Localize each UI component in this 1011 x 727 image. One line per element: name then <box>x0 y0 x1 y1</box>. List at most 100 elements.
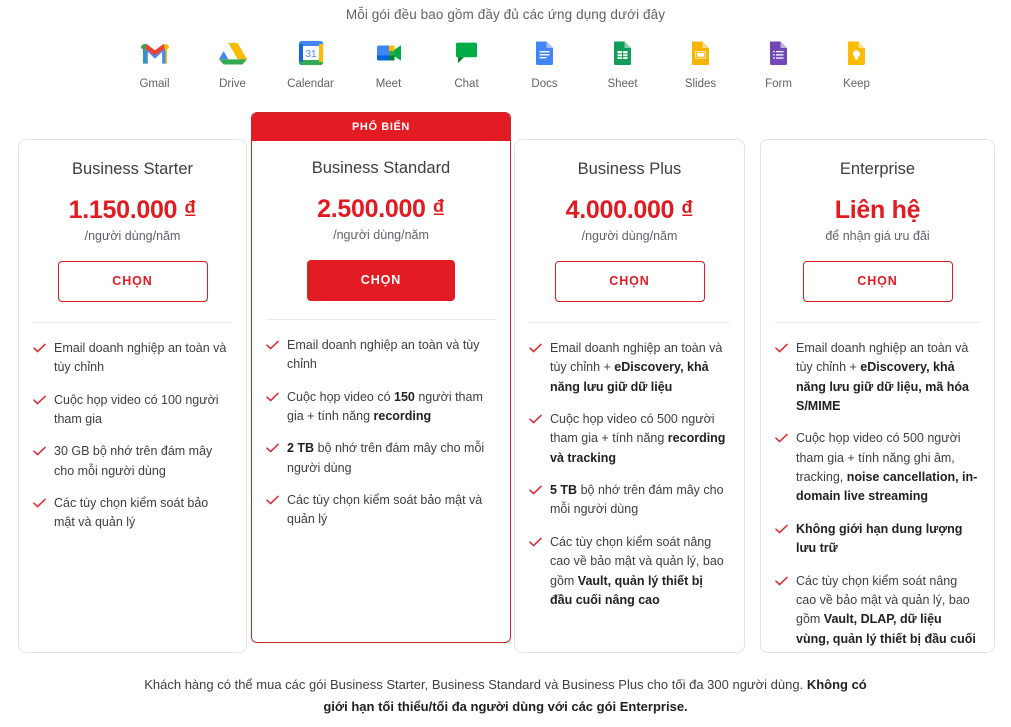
app-label: Calendar <box>287 78 334 90</box>
plan-feature-text: Email doanh nghiệp an toàn và tùy chỉnh … <box>796 340 969 413</box>
plan-feature: Email doanh nghiệp an toàn và tùy chỉnh <box>266 336 494 375</box>
svg-text:31: 31 <box>305 49 317 60</box>
app-item-gmail: Gmail <box>127 38 183 90</box>
check-icon <box>529 537 542 550</box>
app-item-slides: Slides <box>673 38 729 90</box>
pricing-plans: Business Starter 1.150.000 ₫ /người dùng/n… <box>0 112 1011 657</box>
docs-icon <box>517 38 573 68</box>
chat-icon <box>439 38 495 68</box>
plan-period: /người dùng/năm <box>84 228 181 243</box>
plan-card-business-starter: Business Starter 1.150.000 ₫ /người dùng/n… <box>18 139 247 653</box>
check-icon <box>266 392 279 405</box>
choose-plan-button[interactable]: CHỌN <box>57 260 208 302</box>
app-item-chat: Chat <box>439 38 495 90</box>
meet-icon <box>361 38 417 68</box>
plan-feature-text: Các tùy chọn kiểm soát bảo mật và quản l… <box>287 493 483 527</box>
plan-feature-text: 5 TB bộ nhớ trên đám mây cho mỗi người d… <box>550 483 724 517</box>
choose-plan-button[interactable]: CHỌN <box>307 259 455 301</box>
plan-feature: Các tùy chọn kiểm soát nâng cao về bảo m… <box>529 533 728 611</box>
plan-card-enterprise: Enterprise Liên hệ để nhận giá ưu đãi CHỌN E… <box>760 139 995 653</box>
forms-icon <box>751 38 807 68</box>
choose-plan-button[interactable]: CHỌN <box>554 260 705 302</box>
plan-feature-text: Cuộc họp video có 100 người tham gia <box>54 392 219 426</box>
app-label: Drive <box>219 78 246 90</box>
sheets-icon <box>595 38 651 68</box>
check-icon <box>775 343 788 356</box>
app-label: Gmail <box>139 78 170 90</box>
plan-feature-text: 2 TB bộ nhớ trên đám mây cho mỗi người d… <box>287 441 485 475</box>
check-icon <box>33 395 46 408</box>
app-item-drive: Drive <box>205 38 261 90</box>
plan-feature-text: 30 GB bộ nhớ trên đám mây cho mỗi người … <box>54 444 213 478</box>
plan-card-business-standard: PHỔ BIẾN Business Standard 2.500.000 ₫ /ngư… <box>251 112 511 643</box>
included-apps-strip: Gmail Drive 31 Calendar Meet Chat Docs S… <box>0 38 1011 90</box>
plan-card-business-plus: Business Plus 4.000.000 ₫ /người dùng/năm C… <box>514 139 745 653</box>
check-icon <box>529 414 542 427</box>
check-icon <box>775 433 788 446</box>
plan-feature-list: Email doanh nghiệp an toàn và tùy chỉnh C… <box>19 323 246 533</box>
plan-feature: Không giới hạn dung lượng lưu trữ <box>775 520 978 559</box>
app-item-form: Form <box>751 38 807 90</box>
page-subtitle: Mỗi gói đều bao gồm đầy đủ các ứng dụng … <box>345 7 666 22</box>
plan-feature: Cuộc họp video có 500 người tham gia + t… <box>775 429 978 507</box>
keep-icon <box>829 38 885 68</box>
check-icon <box>33 498 46 511</box>
app-item-docs: Docs <box>517 38 573 90</box>
plan-feature-text: Cuộc họp video có 500 người tham gia + t… <box>796 431 978 504</box>
app-label: Keep <box>843 78 870 90</box>
check-icon <box>266 340 279 353</box>
app-item-calendar: 31 Calendar <box>283 38 339 90</box>
plan-feature-text: Email doanh nghiệp an toàn và tùy chỉnh … <box>550 340 723 394</box>
plan-feature: Cuộc họp video có 150 người tham gia + t… <box>266 388 494 427</box>
check-icon <box>529 343 542 356</box>
plan-feature-text: Các tùy chọn kiểm soát bảo mật và quản l… <box>54 496 209 530</box>
plan-feature: 5 TB bộ nhớ trên đám mây cho mỗi người d… <box>529 481 728 520</box>
plan-feature-text: Email doanh nghiệp an toàn và tùy chỉnh <box>54 340 227 375</box>
check-icon <box>33 343 46 356</box>
plan-feature: Email doanh nghiệp an toàn và tùy chỉnh <box>33 339 230 378</box>
popular-ribbon: PHỔ BIẾN <box>252 113 510 141</box>
app-item-keep: Keep <box>829 38 885 90</box>
plan-header: Business Plus 4.000.000 ₫ /người dùng/năm C… <box>515 140 744 302</box>
plan-feature-text: Các tùy chọn kiểm soát nâng cao về bảo m… <box>796 573 976 652</box>
plan-feature-text: Cuộc họp video có 150 người tham gia + t… <box>287 389 483 423</box>
plan-name: Business Standard <box>311 159 451 177</box>
plan-price: Liên hệ <box>834 195 921 224</box>
slides-icon <box>673 38 729 68</box>
plan-price: 4.000.000 ₫ <box>565 195 694 224</box>
check-icon <box>529 485 542 498</box>
app-label: Docs <box>531 78 558 90</box>
app-label: Sheet <box>607 78 638 90</box>
app-item-meet: Meet <box>361 38 417 90</box>
pricing-footnote: Khách hàng có thể mua các gói Business S… <box>144 676 867 715</box>
plan-period: /người dùng/năm <box>581 228 678 243</box>
plan-feature: Các tùy chọn kiểm soát bảo mật và quản l… <box>266 491 494 530</box>
plan-feature: 2 TB bộ nhớ trên đám mây cho mỗi người d… <box>266 439 494 478</box>
app-label: Slides <box>684 78 717 90</box>
plan-header: Enterprise Liên hệ để nhận giá ưu đãi CHỌN <box>761 140 994 302</box>
plan-feature-text: Các tùy chọn kiểm soát nâng cao về bảo m… <box>550 534 724 607</box>
plan-feature: 30 GB bộ nhớ trên đám mây cho mỗi người … <box>33 442 230 481</box>
plan-name: Enterprise <box>839 160 916 178</box>
plan-feature-text: Cuộc họp video có 500 người tham gia + t… <box>550 411 726 465</box>
plan-feature: Cuộc họp video có 500 người tham gia + t… <box>529 410 728 468</box>
plan-feature-list: Email doanh nghiệp an toàn và tùy chỉnh C… <box>252 320 510 530</box>
plan-name: Business Plus <box>577 160 682 178</box>
plan-feature: Email doanh nghiệp an toàn và tùy chỉnh … <box>529 339 728 397</box>
plan-period: /người dùng/năm <box>333 227 429 242</box>
app-label: Meet <box>375 78 402 90</box>
app-label: Chat <box>454 78 479 90</box>
gmail-icon <box>127 38 183 68</box>
drive-icon <box>205 38 261 68</box>
plan-price: 1.150.000 ₫ <box>68 195 197 224</box>
choose-plan-button[interactable]: CHỌN <box>802 260 953 302</box>
app-label: Form <box>765 78 792 90</box>
plan-feature: Email doanh nghiệp an toàn và tùy chỉnh … <box>775 339 978 417</box>
plan-feature-text: Email doanh nghiệp an toàn và tùy chỉnh <box>287 337 480 372</box>
plan-feature: Các tùy chọn kiểm soát bảo mật và quản l… <box>33 494 230 533</box>
plan-header: Business Starter 1.150.000 ₫ /người dùng/n… <box>19 140 246 302</box>
plan-name: Business Starter <box>71 160 194 178</box>
check-icon <box>266 443 279 456</box>
app-item-sheet: Sheet <box>595 38 651 90</box>
plan-price: 2.500.000 ₫ <box>317 194 445 223</box>
